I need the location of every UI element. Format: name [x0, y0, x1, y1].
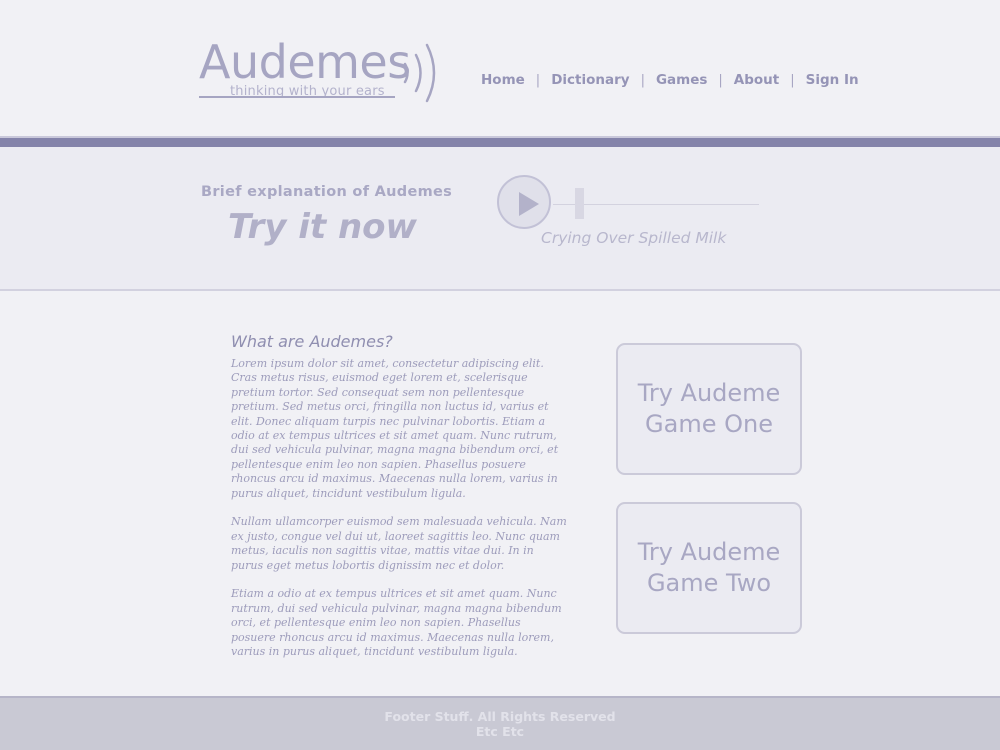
play-button[interactable] — [497, 175, 551, 229]
track-title: Crying Over Spilled Milk — [541, 229, 727, 247]
site-header: Audemes thinking with your ears Home | D… — [0, 0, 1000, 136]
about-body: Lorem ipsum dolor sit amet, consectetur … — [231, 357, 567, 674]
about-paragraph: Etiam a odio at ex tempus ultrices et si… — [231, 587, 562, 659]
hero-divider — [0, 289, 1000, 291]
about-paragraph: Nullam ullamcorper euismod sem malesuada… — [231, 515, 567, 572]
game-one-button[interactable]: Try Audeme Game One — [616, 343, 802, 475]
nav-sign-in[interactable]: Sign In — [795, 72, 870, 88]
hero-brief-text: Brief explanation of Audemes — [201, 184, 453, 200]
nav-home[interactable]: Home — [470, 72, 536, 88]
game-two-button[interactable]: Try Audeme Game Two — [616, 502, 802, 634]
game-two-label-line2: Game Two — [646, 569, 772, 597]
header-accent-bar — [0, 138, 1000, 147]
nav-about[interactable]: About — [723, 72, 790, 88]
game-one-label-line1: Try Audeme — [637, 379, 781, 407]
audio-player: Crying Over Spilled Milk — [497, 175, 767, 247]
try-it-now-heading: Try it now — [228, 207, 417, 247]
about-paragraph: Lorem ipsum dolor sit amet, consectetur … — [231, 357, 559, 500]
hero-section: Brief explanation of Audemes Try it now … — [0, 147, 1000, 289]
play-icon — [519, 192, 539, 216]
site-footer: Footer Stuff. All Rights Reserved Etc Et… — [0, 698, 1000, 750]
logo-underline — [199, 96, 395, 98]
audio-progress-handle[interactable] — [575, 188, 584, 219]
main-nav: Home | Dictionary | Games | About | Sign… — [470, 70, 870, 90]
game-one-label: Try Audeme Game One — [638, 378, 781, 440]
game-two-label: Try Audeme Game Two — [638, 537, 781, 599]
nav-dictionary[interactable]: Dictionary — [540, 72, 640, 88]
sound-waves-icon — [403, 43, 436, 103]
game-two-label-line1: Try Audeme — [637, 538, 781, 566]
about-heading: What are Audemes? — [231, 332, 393, 351]
nav-games[interactable]: Games — [645, 72, 718, 88]
footer-extra: Etc Etc — [475, 724, 525, 739]
game-one-label-line2: Game One — [645, 410, 773, 438]
footer-copyright: Footer Stuff. All Rights Reserved — [384, 709, 616, 724]
logo-wordmark: Audemes — [199, 35, 411, 89]
logo[interactable]: Audemes thinking with your ears — [199, 34, 439, 106]
